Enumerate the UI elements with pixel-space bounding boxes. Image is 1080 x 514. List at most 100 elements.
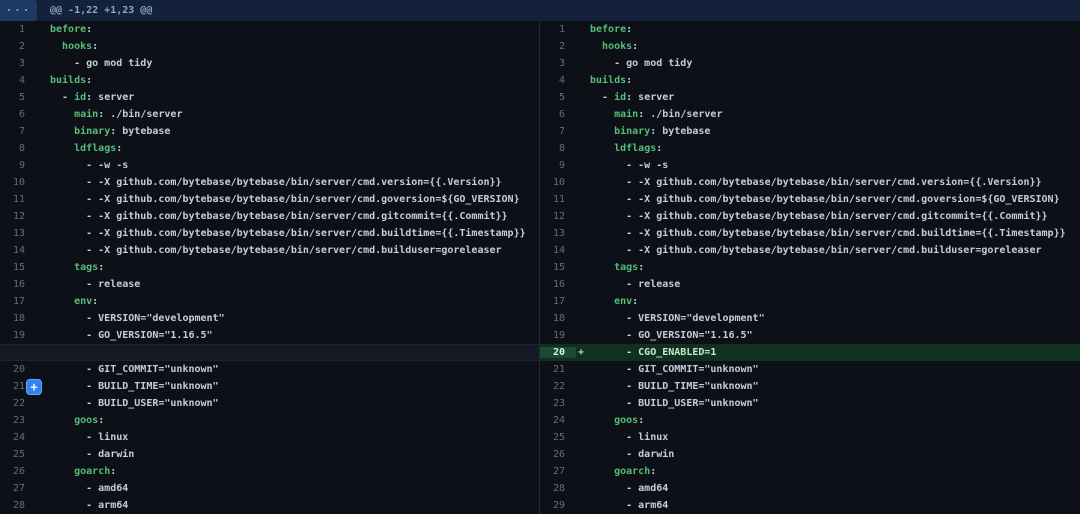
line-number[interactable]: 9 <box>0 160 36 171</box>
line-number[interactable]: 20 <box>0 364 36 375</box>
line-number[interactable]: 3 <box>0 58 36 69</box>
line-content: - go mod tidy <box>50 58 152 69</box>
line-number[interactable]: 22 <box>540 381 576 392</box>
line-number[interactable]: 21 <box>540 364 576 375</box>
diff-row: 11 - -X github.com/bytebase/bytebase/bin… <box>0 191 539 208</box>
add-comment-button[interactable]: + <box>26 379 42 395</box>
line-number[interactable]: 5 <box>540 92 576 103</box>
line-number[interactable]: 17 <box>0 296 36 307</box>
line-number[interactable]: 23 <box>540 398 576 409</box>
line-number[interactable]: 14 <box>0 245 36 256</box>
line-content: - -w -s <box>590 160 668 171</box>
line-number[interactable]: 18 <box>540 313 576 324</box>
line-number[interactable]: 28 <box>0 500 36 511</box>
line-content: goos: <box>50 415 104 426</box>
line-number[interactable]: 8 <box>540 143 576 154</box>
line-number[interactable]: 6 <box>0 109 36 120</box>
diff-row: 28 - amd64 <box>540 480 1080 497</box>
line-number[interactable]: 16 <box>540 279 576 290</box>
line-content: - -X github.com/bytebase/bytebase/bin/se… <box>50 228 526 239</box>
filler-row <box>0 344 539 361</box>
diff-row: 8 ldflags: <box>0 140 539 157</box>
line-number[interactable]: 13 <box>540 228 576 239</box>
line-number[interactable]: 27 <box>540 466 576 477</box>
line-number[interactable]: 12 <box>0 211 36 222</box>
line-content: - -X github.com/bytebase/bytebase/bin/se… <box>590 194 1060 205</box>
ellipsis-icon: ... <box>6 1 32 14</box>
line-number[interactable]: 15 <box>0 262 36 273</box>
line-number[interactable]: 28 <box>540 483 576 494</box>
line-number[interactable]: 9 <box>540 160 576 171</box>
diff-row: 7 binary: bytebase <box>0 123 539 140</box>
diff-row: 25 - darwin <box>0 446 539 463</box>
line-number[interactable]: 4 <box>0 75 36 86</box>
line-content: - -X github.com/bytebase/bytebase/bin/se… <box>590 245 1042 256</box>
diff-row: 21 - BUILD_TIME="unknown"+ <box>0 378 539 395</box>
hunk-header: @@ -1,22 +1,23 @@ <box>50 5 152 16</box>
diff-row: 4builds: <box>0 72 539 89</box>
diff-row: 13 - -X github.com/bytebase/bytebase/bin… <box>540 225 1080 242</box>
line-number[interactable]: 14 <box>540 245 576 256</box>
line-number[interactable]: 13 <box>0 228 36 239</box>
line-number[interactable]: 24 <box>0 432 36 443</box>
line-content: - GO_VERSION="1.16.5" <box>50 330 213 341</box>
line-number[interactable]: 19 <box>540 330 576 341</box>
old-code-pane: 1before:2 hooks:3 - go mod tidy4builds:5… <box>0 21 540 514</box>
line-number[interactable]: 8 <box>0 143 36 154</box>
line-number[interactable]: 4 <box>540 75 576 86</box>
line-number[interactable]: 11 <box>0 194 36 205</box>
line-number[interactable]: 29 <box>540 500 576 511</box>
line-content: - arm64 <box>590 500 668 511</box>
line-number[interactable]: 25 <box>0 449 36 460</box>
diff-row: 12 - -X github.com/bytebase/bytebase/bin… <box>540 208 1080 225</box>
diff-row: 17 env: <box>540 293 1080 310</box>
line-number[interactable]: 19 <box>0 330 36 341</box>
line-number[interactable]: 20 <box>540 347 576 358</box>
diff-row: 18 - VERSION="development" <box>540 310 1080 327</box>
line-number[interactable]: 7 <box>0 126 36 137</box>
line-number[interactable]: 23 <box>0 415 36 426</box>
diff-row: 18 - VERSION="development" <box>0 310 539 327</box>
line-number[interactable]: 15 <box>540 262 576 273</box>
line-number[interactable]: 10 <box>540 177 576 188</box>
line-content: - linux <box>50 432 128 443</box>
line-content: builds: <box>590 75 632 86</box>
diff-panes: 1before:2 hooks:3 - go mod tidy4builds:5… <box>0 21 1080 514</box>
diff-row: 20 - GIT_COMMIT="unknown" <box>0 361 539 378</box>
diff-row: 1before: <box>0 21 539 38</box>
line-number[interactable]: 12 <box>540 211 576 222</box>
line-number[interactable]: 3 <box>540 58 576 69</box>
line-number[interactable]: 26 <box>0 466 36 477</box>
line-number[interactable]: 17 <box>540 296 576 307</box>
diff-row: 22 - BUILD_TIME="unknown" <box>540 378 1080 395</box>
line-number[interactable]: 22 <box>0 398 36 409</box>
line-number[interactable]: 1 <box>540 24 576 35</box>
split-diff-viewer: ... @@ -1,22 +1,23 @@ 1before:2 hooks:3 … <box>0 0 1080 514</box>
line-content: - -X github.com/bytebase/bytebase/bin/se… <box>50 211 508 222</box>
line-number[interactable]: 5 <box>0 92 36 103</box>
line-content: - linux <box>590 432 668 443</box>
new-code-pane: 1before:2 hooks:3 - go mod tidy4builds:5… <box>540 21 1080 514</box>
diff-row: 5 - id: server <box>540 89 1080 106</box>
line-number[interactable]: 25 <box>540 432 576 443</box>
line-number[interactable]: 7 <box>540 126 576 137</box>
diff-row: 11 - -X github.com/bytebase/bytebase/bin… <box>540 191 1080 208</box>
line-number[interactable]: 16 <box>0 279 36 290</box>
line-number[interactable]: 26 <box>540 449 576 460</box>
diff-row: 23 goos: <box>0 412 539 429</box>
line-number[interactable]: 18 <box>0 313 36 324</box>
diff-row: 27 - amd64 <box>0 480 539 497</box>
line-number[interactable]: 27 <box>0 483 36 494</box>
line-number[interactable]: 10 <box>0 177 36 188</box>
line-number[interactable]: 11 <box>540 194 576 205</box>
line-content: tags: <box>50 262 104 273</box>
expand-diff-button[interactable]: ... <box>0 0 37 21</box>
line-number[interactable]: 1 <box>0 24 36 35</box>
line-number[interactable]: 24 <box>540 415 576 426</box>
diff-row: 6 main: ./bin/server <box>540 106 1080 123</box>
line-number[interactable]: 6 <box>540 109 576 120</box>
diff-row: 29 - arm64 <box>540 497 1080 514</box>
line-content: - -w -s <box>50 160 128 171</box>
line-number[interactable]: 2 <box>540 41 576 52</box>
line-number[interactable]: 2 <box>0 41 36 52</box>
